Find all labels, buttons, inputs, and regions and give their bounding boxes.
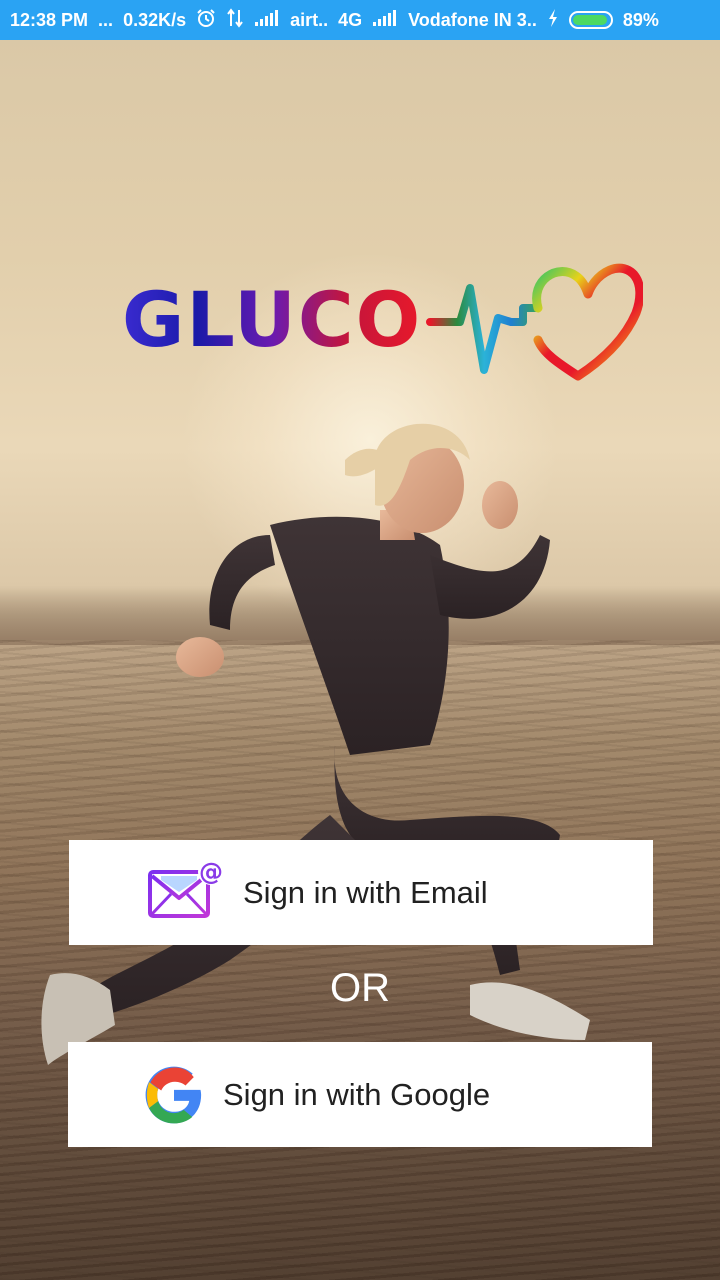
email-at-icon: @: [148, 858, 224, 918]
heartbeat-icon: [426, 284, 542, 374]
status-carrier2: Vodafone IN 3..: [408, 9, 537, 30]
battery-icon: [568, 11, 613, 29]
status-time: 12:38 PM: [10, 9, 89, 30]
login-screen: 12:38 PM ... 0.32K/s airt.. 4G Vodafone …: [0, 0, 720, 1280]
app-logo: GLUCO: [118, 258, 643, 388]
svg-text:@: @: [199, 858, 223, 886]
or-separator: OR: [330, 966, 390, 1010]
status-network1: 4G: [338, 9, 363, 30]
data-transfer-icon: [226, 7, 244, 33]
google-icon: [145, 1066, 202, 1123]
status-bar: 12:38 PM ... 0.32K/s airt.. 4G Vodafone …: [0, 0, 720, 40]
sign-in-email-label: Sign in with Email: [243, 874, 488, 910]
charging-icon: [547, 8, 559, 33]
alarm-icon: [196, 8, 216, 33]
sign-in-email-button[interactable]: @ Sign in with Email: [69, 840, 653, 945]
signal-icon: [372, 9, 398, 32]
status-dots: ...: [98, 9, 114, 30]
status-battery: 89%: [622, 9, 659, 30]
signal-icon: [254, 9, 280, 32]
status-speed: 0.32K/s: [123, 9, 187, 30]
sign-in-google-label: Sign in with Google: [223, 1076, 491, 1112]
sign-in-google-button[interactable]: Sign in with Google: [68, 1042, 652, 1147]
status-carrier1: airt..: [290, 9, 329, 30]
heart-icon: [532, 263, 643, 381]
